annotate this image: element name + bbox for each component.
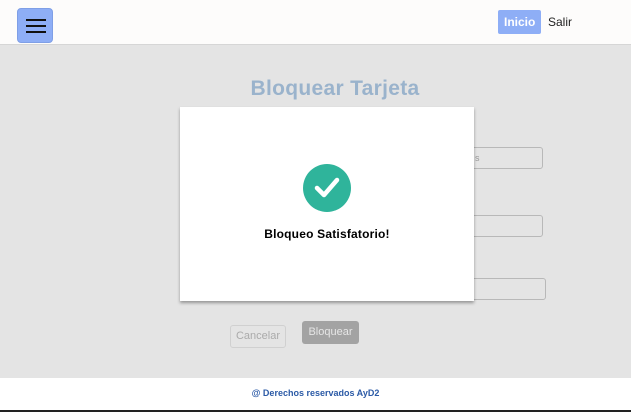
top-navbar: Inicio Salir (0, 0, 631, 45)
block-button[interactable]: Bloquear (302, 321, 359, 344)
nav-link-salir[interactable]: Salir (542, 10, 578, 34)
hamburger-menu-icon (26, 25, 46, 27)
check-circle-icon (303, 164, 351, 212)
hamburger-menu-icon (26, 19, 46, 21)
nav-link-inicio[interactable]: Inicio (498, 10, 542, 34)
cancel-button[interactable]: Cancelar (230, 325, 286, 348)
footer: @ Derechos reservados AyD2 (0, 378, 631, 412)
menu-button[interactable] (17, 8, 53, 43)
page-title: Bloquear Tarjeta (250, 77, 420, 100)
success-modal: Bloqueo Satisfatorio! (180, 107, 474, 301)
footer-text: @ Derechos reservados AyD2 (251, 388, 380, 398)
modal-message: Bloqueo Satisfatorio! (264, 227, 390, 241)
hamburger-menu-icon (26, 31, 46, 33)
